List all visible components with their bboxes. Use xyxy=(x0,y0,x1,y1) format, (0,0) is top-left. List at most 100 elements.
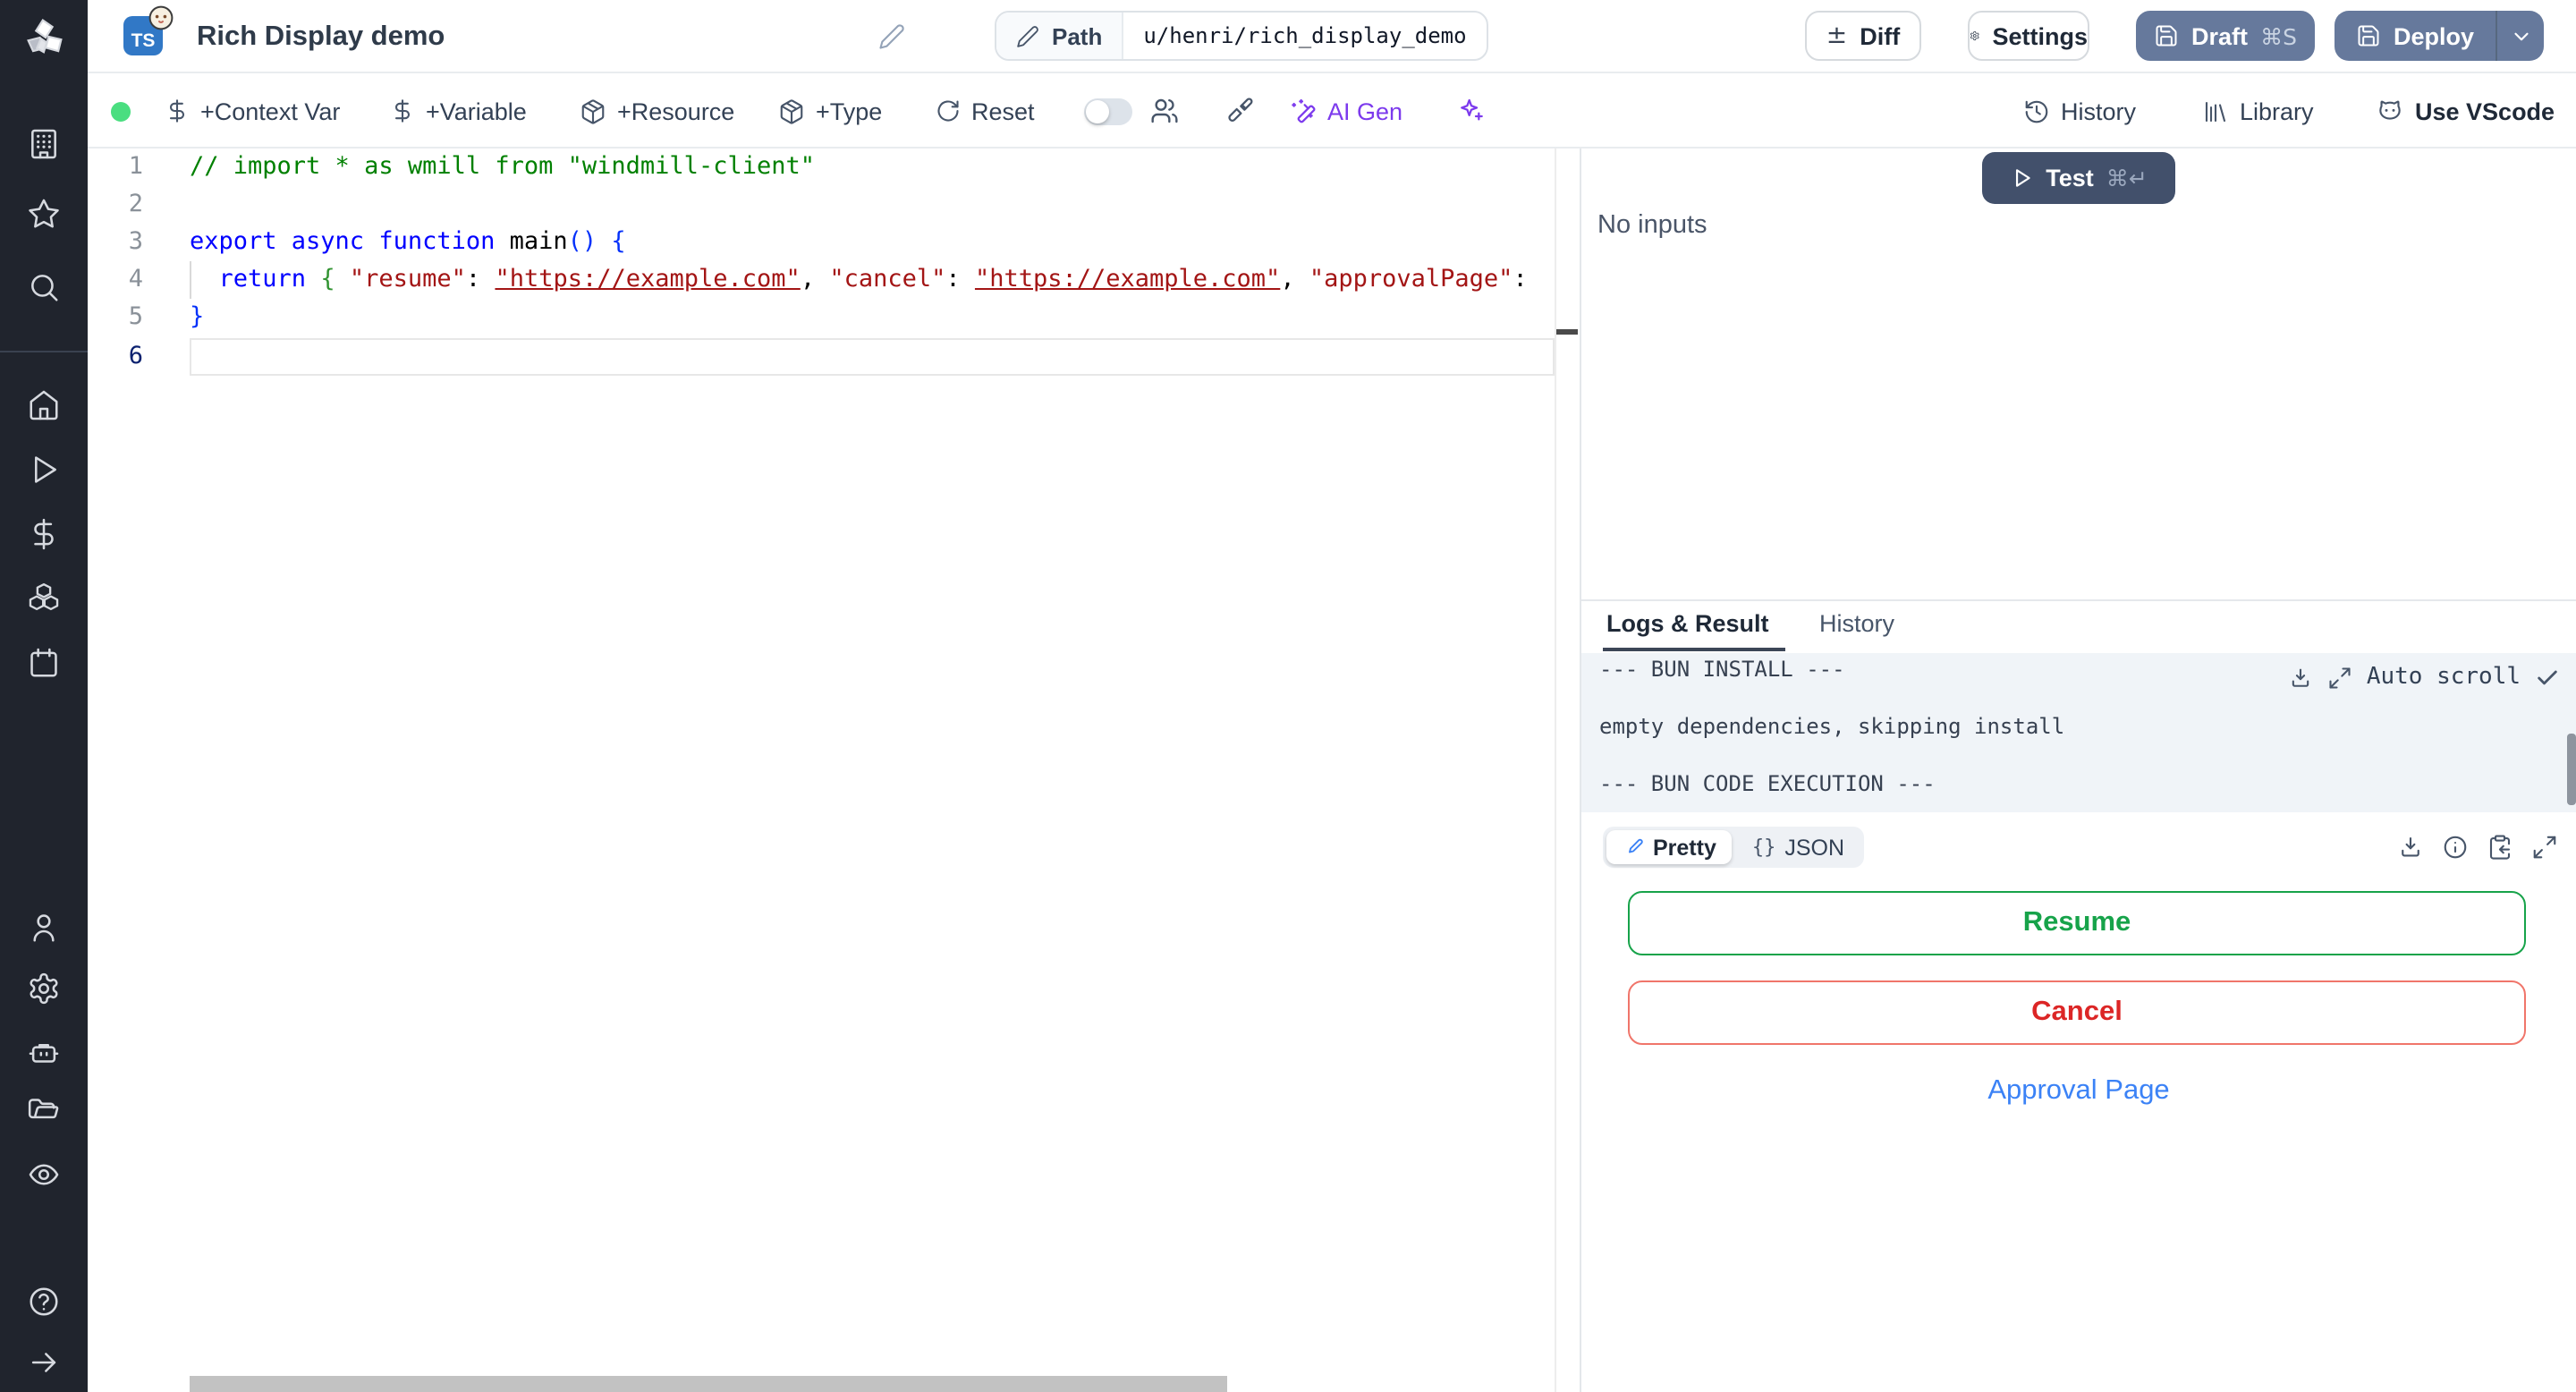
log-scrollbar-thumb[interactable] xyxy=(2567,734,2575,805)
test-shortcut: ⌘↵ xyxy=(2106,165,2148,191)
draft-button[interactable]: Draft ⌘S xyxy=(2136,11,2315,61)
save-icon xyxy=(2156,25,2177,47)
edit-title-pencil-icon[interactable] xyxy=(878,23,905,50)
add-context-var-button[interactable]: +Context Var xyxy=(165,73,340,149)
editor-horizontal-scrollbar[interactable] xyxy=(190,1376,1227,1392)
result-view-switch: Pretty {} JSON xyxy=(1603,827,1865,868)
info-icon[interactable] xyxy=(2442,834,2469,861)
diff-button[interactable]: ± Diff xyxy=(1805,11,1921,61)
package-icon xyxy=(780,98,803,123)
log-line: --- BUN CODE EXECUTION --- xyxy=(1599,771,1936,796)
sidebar-item-variables[interactable] xyxy=(0,517,88,551)
code-line-1: // import * as wmill from "windmill-clie… xyxy=(190,152,815,181)
sidebar-item-runs[interactable] xyxy=(0,453,88,487)
log-line: empty dependencies, skipping install xyxy=(1599,714,2065,739)
check-icon[interactable] xyxy=(2535,665,2560,690)
test-button[interactable]: Test ⌘↵ xyxy=(1982,152,2175,204)
sidebar-item-resources[interactable] xyxy=(0,581,88,615)
log-controls: Auto scroll xyxy=(2288,664,2560,691)
page-title: Rich Display demo xyxy=(197,21,445,51)
sidebar-item-workers[interactable] xyxy=(0,1036,88,1070)
sidebar-item-help[interactable] xyxy=(0,1285,88,1319)
history-icon xyxy=(2025,99,2048,123)
script-toolbar: +Context Var +Variable +Resource +Type R… xyxy=(88,73,2576,149)
paintbrush-icon xyxy=(1228,98,1253,122)
approval-page-link[interactable]: Approval Page xyxy=(1581,1075,2576,1108)
path-value: u/henri/rich_display_demo xyxy=(1143,23,1467,48)
path-chip[interactable]: Path u/henri/rich_display_demo xyxy=(995,11,1488,61)
code-editor[interactable]: 1 2 3 4 5 6 // import * as wmill from "w… xyxy=(88,149,1580,1392)
deploy-split-button: Deploy xyxy=(2334,11,2545,61)
library-button[interactable]: Library xyxy=(2202,73,2314,149)
download-result-icon[interactable] xyxy=(2397,834,2424,861)
settings-button[interactable]: Settings xyxy=(1968,11,2089,61)
sidebar-item-home[interactable] xyxy=(0,388,88,422)
diff-mode-toggle[interactable] xyxy=(1084,98,1132,125)
log-output: --- BUN INSTALL --- empty dependencies, … xyxy=(1581,653,2576,812)
magic-wand-icon xyxy=(1292,98,1316,123)
run-panel-divider xyxy=(1581,599,2576,601)
draft-shortcut: ⌘S xyxy=(2260,22,2297,49)
code-line-5: } xyxy=(190,302,205,332)
add-type-button[interactable]: +Type xyxy=(778,73,882,149)
pen-icon xyxy=(1629,837,1643,853)
deploy-button[interactable]: Deploy xyxy=(2334,11,2496,61)
line-number: 5 xyxy=(128,302,143,332)
code-lines: // import * as wmill from "windmill-clie… xyxy=(190,149,1555,1392)
tab-logs-result[interactable]: Logs & Result xyxy=(1606,610,1769,637)
ai-gen-button[interactable]: AI Gen xyxy=(1288,73,1402,149)
library-icon xyxy=(2205,100,2226,122)
log-line: --- BUN INSTALL --- xyxy=(1599,657,1845,682)
topbar: TS Rich Display demo Path u/henri/rich_d… xyxy=(88,0,2576,73)
content-area: 1 2 3 4 5 6 // import * as wmill from "w… xyxy=(88,149,2576,1392)
braces-icon: {} xyxy=(1751,836,1776,859)
package-icon xyxy=(581,98,605,123)
line-number-active: 6 xyxy=(128,341,143,369)
add-variable-button[interactable]: +Variable xyxy=(390,73,527,149)
sidebar-item-folders[interactable] xyxy=(0,1095,88,1129)
sidebar-item-users[interactable] xyxy=(0,911,88,945)
result-actions xyxy=(2397,834,2558,861)
line-number: 3 xyxy=(128,227,143,257)
copy-result-icon[interactable] xyxy=(2487,834,2513,861)
sparkles-icon[interactable] xyxy=(1456,73,1485,149)
line-number: 4 xyxy=(128,265,143,294)
collaborators-button[interactable] xyxy=(1150,73,1179,149)
windmill-logo-icon[interactable] xyxy=(0,14,88,61)
sidebar-expand-icon[interactable] xyxy=(0,1345,88,1379)
sidebar-item-schedules[interactable] xyxy=(0,646,88,680)
resume-button[interactable]: Resume xyxy=(1628,891,2526,955)
pencil-icon xyxy=(1017,25,1038,47)
save-icon xyxy=(2358,25,2379,47)
refresh-icon xyxy=(937,100,959,122)
sidebar-item-audit-logs[interactable] xyxy=(0,1158,88,1192)
overview-ruler-cursor xyxy=(1555,329,1578,335)
editor-edge-line xyxy=(1555,149,1556,1392)
sidebar xyxy=(0,0,88,1392)
play-icon xyxy=(2015,169,2029,187)
expand-result-icon[interactable] xyxy=(2531,834,2558,861)
cancel-button[interactable]: Cancel xyxy=(1628,980,2526,1045)
json-view-button[interactable]: {} JSON xyxy=(1736,830,1860,864)
reset-button[interactable]: Reset xyxy=(936,73,1035,149)
sidebar-item-favorites[interactable] xyxy=(0,197,88,231)
format-code-button[interactable] xyxy=(1225,73,1254,149)
no-inputs-text: No inputs xyxy=(1597,211,1707,240)
deploy-dropdown-button[interactable] xyxy=(2496,11,2544,61)
add-resource-button[interactable]: +Resource xyxy=(580,73,734,149)
tab-history[interactable]: History xyxy=(1819,610,1894,637)
pretty-view-button[interactable]: Pretty xyxy=(1606,830,1733,864)
download-logs-icon[interactable] xyxy=(2288,665,2313,690)
code-line-4: return { "resume": "https://example.com"… xyxy=(190,265,1528,294)
sidebar-item-search[interactable] xyxy=(0,270,88,304)
vscode-cat-icon xyxy=(2379,100,2401,120)
active-tab-underline xyxy=(1603,647,1785,651)
path-chip-label: Path xyxy=(996,13,1124,59)
sidebar-item-workspace[interactable] xyxy=(0,127,88,161)
expand-logs-icon[interactable] xyxy=(2327,665,2352,690)
auto-scroll-label[interactable]: Auto scroll xyxy=(2367,664,2521,691)
use-vscode-button[interactable]: Use VScode xyxy=(2376,73,2555,149)
dollar-icon xyxy=(394,99,411,123)
sidebar-item-settings[interactable] xyxy=(0,972,88,1006)
history-button[interactable]: History xyxy=(2023,73,2136,149)
